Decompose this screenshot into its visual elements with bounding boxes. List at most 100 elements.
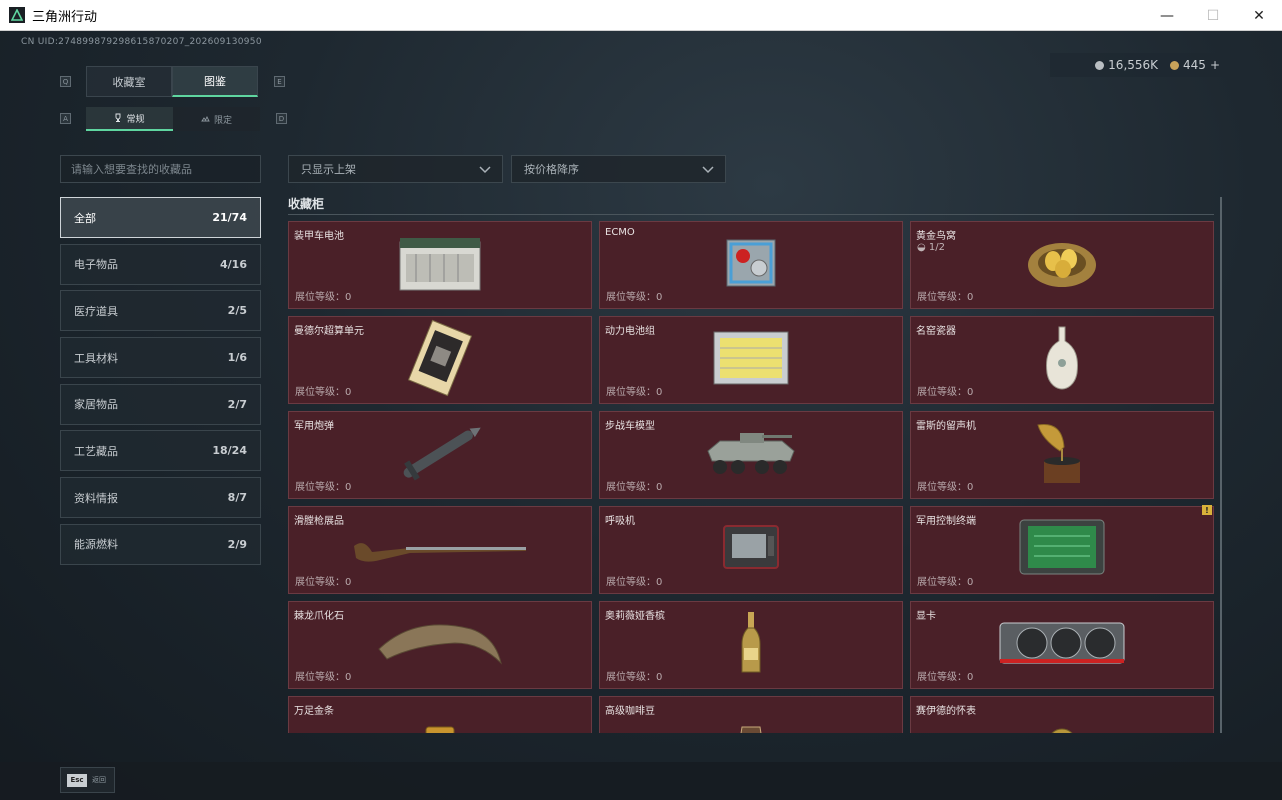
subtab-limited-label: 限定 [213,115,232,126]
booth-level: 展位等级：0 [606,482,663,493]
category-label: 能源燃料 [74,538,118,552]
booth-level: 展位等级：0 [606,387,663,398]
silver-coin-icon [1095,61,1105,70]
vase-icon [1042,323,1082,397]
item-name: 黄金鸟窝 [916,231,956,242]
silver-currency: 16,556K [1095,58,1158,72]
booth-level: 展位等级：0 [917,387,974,398]
gold-currency: 445 + [1170,58,1220,72]
window-titlebar: 三角洲行动 — ☐ ✕ [0,0,1282,31]
collection-card[interactable]: 动力电池组 展位等级：0 [599,316,903,404]
silver-amount: 16,556K [1108,58,1159,72]
section-divider [288,214,1214,215]
key-hint-a: A [60,113,71,124]
category-label: 医疗道具 [74,304,118,318]
category-medical[interactable]: 医疗道具 2/5 [60,290,261,332]
player-uid: CN UID:274899879298615870207_20260913095… [21,37,262,47]
category-label: 电子物品 [74,258,118,272]
sort-dropdown[interactable]: 按价格降序 [511,155,726,183]
category-household[interactable]: 家居物品 2/7 [60,383,261,425]
subtab-limited[interactable]: 限定 [173,107,260,131]
collection-card[interactable]: 雷斯的留声机 展位等级：0 [910,411,1214,499]
collection-card[interactable]: 名窑瓷器展位等级：0 [910,316,1214,404]
booth-level: 展位等级：0 [295,577,352,588]
missile-icon [390,423,490,487]
item-name: 赛伊德的怀表 [916,706,976,717]
collection-card[interactable]: 军用控制终端 展位等级：0 [910,506,1214,594]
collection-card[interactable]: 万足金条展位等级：0 [288,696,592,733]
sort-label: 按价格降序 [524,163,579,176]
booth-level: 展位等级：0 [917,482,974,493]
key-hint-e: E [274,76,285,87]
ifv-icon [702,425,800,485]
item-name: 军用控制终端 [916,516,976,527]
collection-card[interactable]: 棘龙爪化石展位等级：0 [288,601,592,689]
category-count: 21/74 [212,211,247,224]
app-logo-icon [9,7,25,23]
item-name: 奥莉薇娅香槟 [605,611,665,622]
category-tools[interactable]: 工具材料 1/6 [60,337,261,379]
warning-icon: ! [1202,505,1212,515]
esc-key-icon: Esc [67,773,87,787]
gold-amount: 445 [1183,58,1206,72]
collection-card[interactable]: 军用炮弹 展位等级：0 [288,411,592,499]
game-viewport: CN UID:274899879298615870207_20260913095… [0,31,1282,800]
ecmo-icon [717,232,785,298]
tab-collection-room[interactable]: 收藏室 [86,66,172,97]
battery-icon [396,232,484,298]
watch-icon [1042,723,1082,733]
subtab-regular-label: 常规 [126,114,145,125]
booth-level: 展位等级：0 [606,672,663,683]
category-label: 全部 [74,211,96,225]
item-name: 名窑瓷器 [916,326,956,337]
add-currency-button[interactable]: + [1210,58,1220,72]
category-label: 工艺藏品 [74,444,118,458]
grid-scrollbar[interactable] [1220,197,1222,733]
collection-card[interactable]: 步战车模型 展位等级：0 [599,411,903,499]
collection-search-input[interactable]: 请输入想要查找的收藏品 [60,155,261,183]
terminal-icon [1016,516,1108,584]
item-name: 棘龙爪化石 [294,611,344,622]
item-name: 呼吸机 [605,516,635,527]
collection-card[interactable]: 显卡展位等级：0 [910,601,1214,689]
category-label: 工具材料 [74,351,118,365]
close-button[interactable]: ✕ [1236,0,1282,31]
gold-coin-icon [1170,61,1180,70]
maximize-button[interactable]: ☐ [1190,0,1236,31]
chevron-down-icon [479,166,491,174]
collection-card[interactable]: 曼德尔超算单元 展位等级：0 [288,316,592,404]
category-crafts[interactable]: 工艺藏品 18/24 [60,430,261,472]
collection-card[interactable]: 滑膛枪展品 展位等级：0 [288,506,592,594]
category-intel[interactable]: 资料情报 8/7 [60,477,261,519]
collection-card[interactable]: 呼吸机 展位等级：0 [599,506,903,594]
booth-level: 展位等级：0 [917,292,974,303]
category-energy[interactable]: 能源燃料 2/9 [60,523,261,565]
item-name: 雷斯的留声机 [916,421,976,432]
collection-grid-viewport: 装甲车电池 展位等级：0 ECMO 展位等级：0 黄金鸟窝 ◒ 1/2 展位等级：0 曼德尔超… [288,221,1214,733]
category-count: 18/24 [212,444,247,458]
category-all[interactable]: 全部 21/74 [60,197,261,238]
collection-card[interactable]: 高级咖啡豆展位等级：0 [599,696,903,733]
booth-level: 展位等级：0 [295,672,352,683]
collection-card[interactable]: 奥莉薇娅香槟 展位等级：0 [599,601,903,689]
back-label: 返回 [92,776,106,784]
booth-level: 展位等级：0 [917,672,974,683]
minimize-button[interactable]: — [1144,0,1190,31]
category-label: 家居物品 [74,398,118,412]
collection-card[interactable]: 黄金鸟窝 ◒ 1/2 展位等级：0 [910,221,1214,309]
item-name: 显卡 [916,611,936,622]
goldbar-icon [422,723,458,733]
category-count: 1/6 [227,351,247,365]
back-button[interactable]: Esc 返回 [60,767,115,793]
item-progress-value: 1/2 [928,242,945,253]
shelf-filter-dropdown[interactable]: 只显示上架 [288,155,503,183]
category-electronics[interactable]: 电子物品 4/16 [60,243,261,285]
category-count: 4/16 [220,257,247,271]
item-name: 万足金条 [294,706,334,717]
subtab-regular[interactable]: 常规 [86,107,173,131]
collection-card[interactable]: 赛伊德的怀表展位等级：0 [910,696,1214,733]
collection-card[interactable]: ECMO 展位等级：0 [599,221,903,309]
collection-card[interactable]: 装甲车电池 展位等级：0 [288,221,592,309]
key-hint-d: D [276,113,287,124]
tab-encyclopedia[interactable]: 图鉴 [172,66,258,97]
